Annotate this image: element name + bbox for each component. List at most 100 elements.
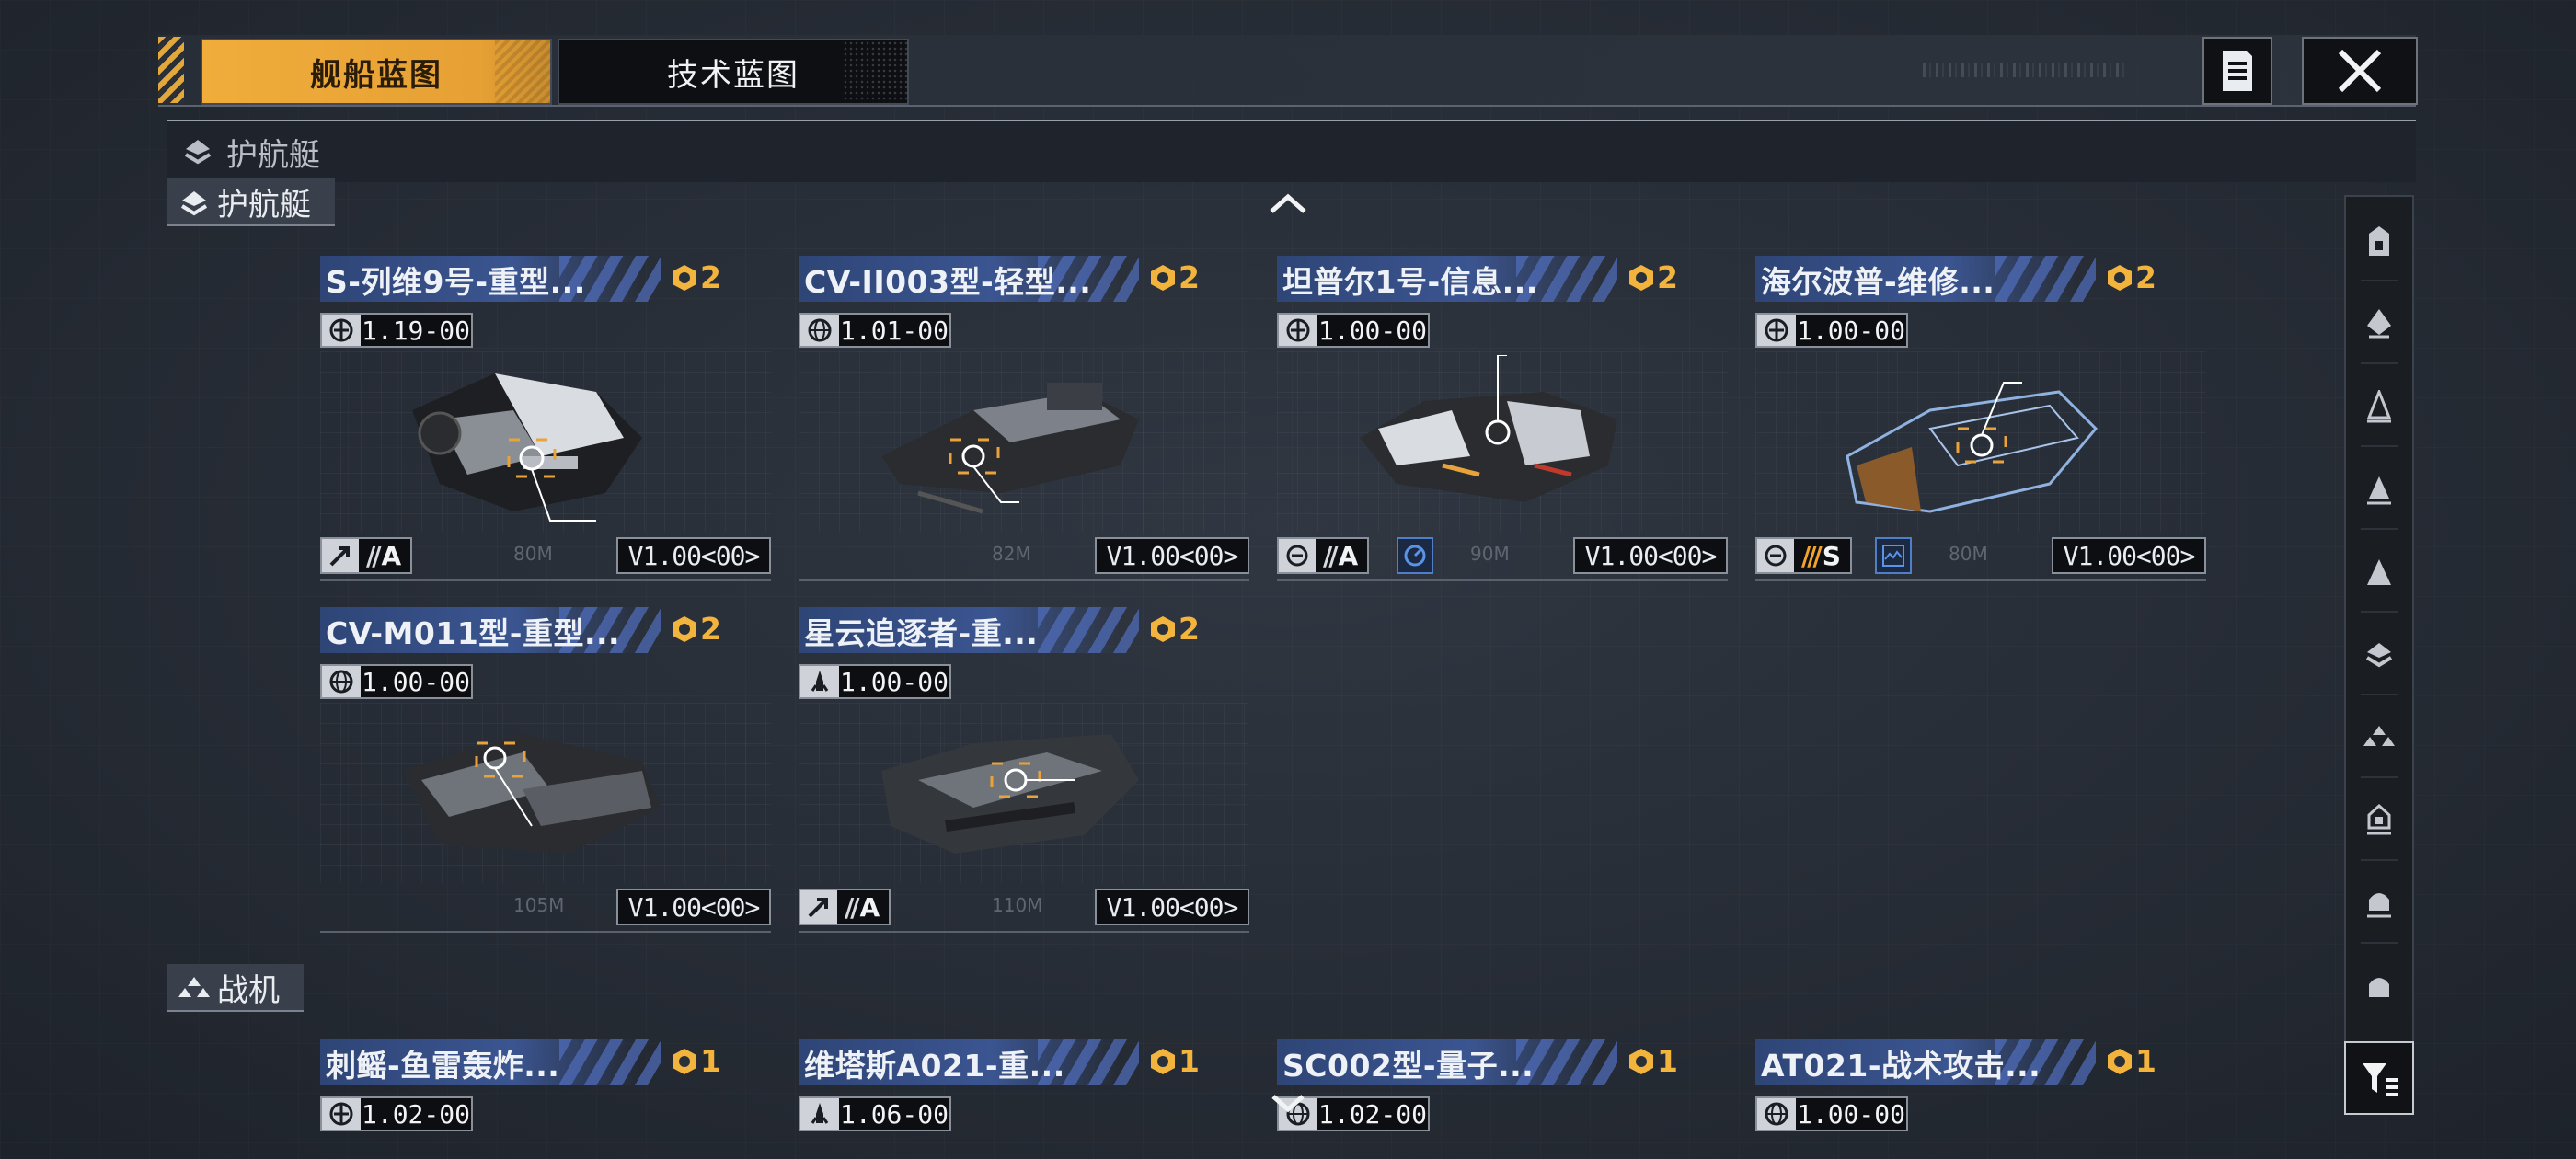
ship-name: 坦普尔1号-信息...	[1282, 264, 1538, 300]
ship-length: 110M	[992, 894, 1043, 916]
version-box: 1.00-00	[799, 664, 951, 699]
close-icon	[2338, 49, 2382, 93]
rail-separator	[2361, 611, 2398, 613]
ship-length: 80M	[1949, 543, 1988, 565]
ship-card[interactable]: 星云追逐者-重... 2 1.00-00 110M //A V1.00<00>	[799, 607, 1249, 938]
version-box: 1.02-00	[320, 1096, 473, 1131]
role-grade-box: //A	[320, 537, 413, 574]
role-grade-box: ///S	[1755, 537, 1852, 574]
version-text: 1.00-00	[1796, 315, 1905, 346]
notes-button[interactable]	[2202, 37, 2272, 105]
rail-item-cruiser[interactable]	[2344, 368, 2414, 445]
version-box: 1.06-00	[799, 1096, 951, 1131]
target-ring-icon	[1765, 545, 1787, 567]
tab-tech-blueprint[interactable]: 技术蓝图	[558, 39, 909, 105]
rail-item-frigate[interactable]	[2344, 534, 2414, 611]
fighter-card[interactable]: 刺鳐-鱼雷轰炸... 1 1.02-00	[320, 1039, 771, 1159]
cost-badge: 2	[671, 611, 721, 647]
rail-item-corvette[interactable]	[2344, 782, 2414, 859]
ship-model-image	[403, 734, 661, 854]
grade-letter: A	[859, 891, 880, 923]
version-text: 1.00-00	[1796, 1098, 1905, 1130]
ship-length: 90M	[1470, 543, 1510, 565]
ship-length: 105M	[513, 894, 565, 916]
category-label-fighter: 战机	[167, 964, 304, 1012]
escort-boat-icon	[184, 140, 212, 165]
rail-item-carrier[interactable]	[2344, 202, 2414, 280]
card-baseline	[320, 580, 771, 581]
battlecruiser-icon	[2367, 309, 2391, 339]
card-baseline	[1755, 580, 2206, 581]
version-box: 1.00-00	[1755, 313, 1908, 348]
ship-name: CV-M011型-重型...	[326, 615, 621, 651]
rocket-icon	[811, 671, 829, 692]
blueprint-version-tag: V1.00<00>	[1095, 537, 1249, 574]
rail-item-battlecruiser[interactable]	[2344, 285, 2414, 362]
repair-wave-icon	[1875, 537, 1912, 574]
category-label-text: 护航艇	[217, 186, 311, 224]
blueprint-version-tag: V1.00<00>	[616, 889, 771, 925]
version-text: 1.19-00	[361, 315, 470, 346]
scroll-down-chevron-icon[interactable]	[1270, 1091, 1306, 1115]
close-button[interactable]	[2302, 37, 2418, 105]
tab-ship-blueprint[interactable]: 舰船蓝图	[201, 39, 552, 105]
scroll-up-chevron-icon[interactable]	[1268, 189, 1308, 217]
ship-card[interactable]: 海尔波普-维修... 2 1.00-00 80M ///S V1.00<00>	[1755, 256, 2206, 587]
ship-name: 刺鳐-鱼雷轰炸...	[326, 1048, 560, 1084]
ship-card[interactable]: CV-II003型-轻型... 2 1.01-00 82M V1.00<00>	[799, 256, 1249, 587]
shield-globe-icon	[329, 1102, 353, 1126]
ship-model-image	[881, 383, 1139, 514]
fighter-squadron-icon	[178, 977, 210, 997]
cost-badge: 1	[1149, 1043, 1200, 1079]
fighter-card[interactable]: SC002型-量子... 1 1.02-00	[1277, 1039, 1728, 1159]
filter-button[interactable]	[2344, 1041, 2414, 1115]
command-point-icon	[673, 264, 697, 291]
rail-item-base[interactable]	[2344, 947, 2414, 1025]
cost-badge: 2	[671, 259, 721, 295]
blueprint-version-tag: V1.00<00>	[616, 537, 771, 574]
ship-card[interactable]: 坦普尔1号-信息... 2 1.00-00 90M //A V1.00<00>	[1277, 256, 1728, 587]
grade-letter: A	[1338, 540, 1359, 571]
rail-separator	[2361, 528, 2398, 530]
cruiser-icon	[2366, 390, 2392, 423]
ship-model-image	[1360, 355, 1617, 502]
card-baseline	[320, 931, 771, 933]
ship-name: 海尔波普-维修...	[1761, 264, 1995, 300]
ship-name: CV-II003型-轻型...	[804, 264, 1092, 300]
escort-boat-icon	[2365, 643, 2393, 668]
shield-globe-icon	[1765, 318, 1788, 342]
version-box: 1.01-00	[799, 313, 951, 348]
rail-item-destroyer[interactable]	[2344, 451, 2414, 528]
shield-globe-icon	[329, 318, 353, 342]
fighter-card[interactable]: 维塔斯A021-重... 1 1.06-00	[799, 1039, 1249, 1159]
base-station-icon	[2369, 978, 2389, 997]
rocket-icon	[811, 1103, 829, 1124]
globe-icon	[329, 670, 353, 694]
ship-length: 82M	[992, 543, 1031, 565]
command-point-icon	[1629, 264, 1654, 291]
rail-item-escort[interactable]	[2344, 616, 2414, 694]
destroyer-icon	[2367, 476, 2391, 505]
command-point-icon	[1151, 1048, 1176, 1074]
top-bar-accent-stripe	[158, 37, 184, 103]
cost-badge: 1	[1627, 1043, 1678, 1079]
blueprint-version-tag: V1.00<00>	[2052, 537, 2206, 574]
command-point-icon	[2108, 1048, 2133, 1074]
section-header: 护航艇	[167, 120, 2416, 182]
globe-icon	[1765, 1102, 1788, 1126]
category-label-escort: 护航艇	[167, 178, 335, 226]
role-grade-box: //A	[799, 889, 891, 925]
cost-badge: 2	[2106, 259, 2156, 295]
rail-item-fighter[interactable]	[2344, 699, 2414, 776]
ship-card[interactable]: CV-M011型-重型... 2 1.00-00 105M V1.00<00>	[320, 607, 771, 938]
rail-separator	[2361, 694, 2398, 695]
ship-name: AT021-战术攻击...	[1761, 1048, 2041, 1084]
cost-badge: 1	[671, 1043, 721, 1079]
rail-item-auxiliary[interactable]	[2344, 865, 2414, 942]
ship-name: 维塔斯A021-重...	[804, 1048, 1065, 1084]
ship-card[interactable]: S-列维9号-重型... 2 1.19-00 80M //A V1.00<00>	[320, 256, 771, 587]
fighter-squadron-icon	[2363, 726, 2395, 746]
fighter-card[interactable]: AT021-战术攻击... 1 1.00-00	[1755, 1039, 2206, 1159]
command-point-icon	[1151, 264, 1176, 291]
version-box: 1.00-00	[1755, 1096, 1908, 1131]
